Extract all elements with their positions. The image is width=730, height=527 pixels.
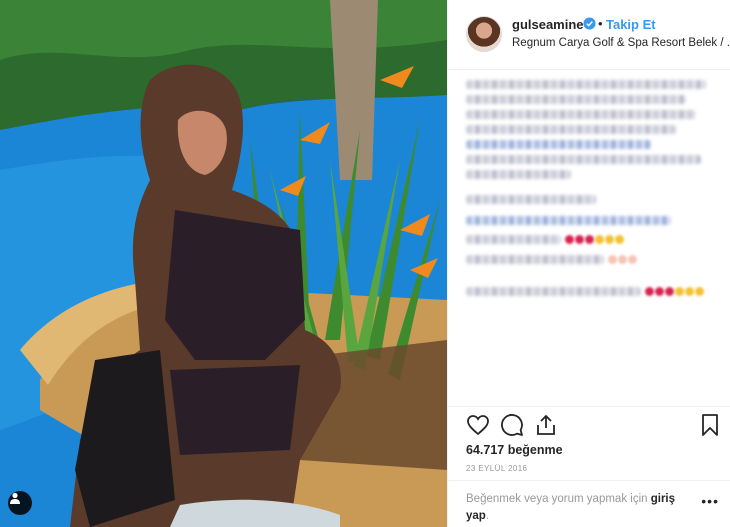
caption-line (466, 125, 676, 134)
follow-button[interactable]: Takip Et (606, 17, 656, 32)
post-photo[interactable] (0, 0, 447, 527)
avatar[interactable] (466, 16, 502, 52)
post-date[interactable]: 23 EYLÜL 2016 (466, 464, 527, 473)
login-prompt-text: Beğenmek veya yorum yapmak için giriş ya… (466, 491, 696, 525)
comment-line-emoji (466, 283, 716, 301)
caption-line (466, 155, 701, 164)
login-prompt-prefix: Beğenmek veya yorum yapmak için (466, 493, 651, 505)
location-link[interactable]: Regnum Carya Golf & Spa Resort Belek / .… (512, 37, 730, 49)
caption-line (466, 80, 706, 89)
comment-line-emoji (466, 251, 716, 269)
user-tag-button[interactable] (8, 491, 32, 515)
caption-line (466, 110, 696, 119)
caption-line (466, 170, 571, 179)
user-tag-icon (10, 492, 20, 504)
comment-icon[interactable] (500, 413, 524, 437)
login-prompt-suffix: . (485, 510, 490, 522)
verified-badge-icon (583, 17, 596, 30)
more-options-button[interactable]: ••• (701, 493, 719, 509)
header-separator: • (598, 16, 603, 31)
bookmark-icon[interactable] (698, 413, 722, 437)
username-link[interactable]: gulseamine (512, 17, 584, 32)
login-prompt: Beğenmek veya yorum yapmak için giriş ya… (448, 480, 730, 527)
heart-icon[interactable] (466, 413, 490, 437)
share-icon[interactable] (534, 413, 558, 437)
comment-line (466, 195, 596, 204)
photo-scene (0, 0, 447, 527)
caption-line (466, 140, 651, 149)
comment-line-emoji (466, 231, 716, 245)
blurred-caption (466, 80, 716, 301)
caption-line (466, 95, 686, 104)
post-side-panel: gulseamine • Takip Et Regnum Carya Golf … (447, 0, 730, 527)
action-bar (448, 406, 730, 440)
post-header: gulseamine • Takip Et Regnum Carya Golf … (448, 0, 730, 70)
likes-count[interactable]: 64.717 beğenme (466, 443, 563, 457)
comment-line (466, 216, 671, 225)
